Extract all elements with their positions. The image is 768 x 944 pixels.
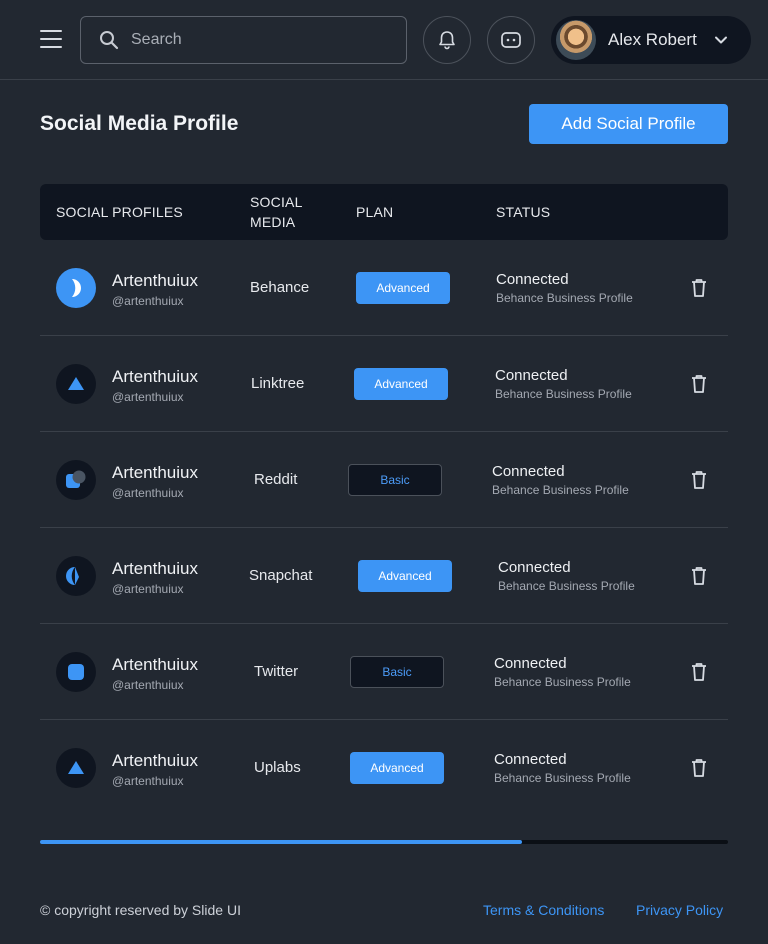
copyright-text: © copyright reserved by Slide UI	[40, 902, 241, 918]
trash-icon[interactable]	[690, 278, 708, 298]
bell-icon	[439, 31, 455, 50]
social-media-name: Twitter	[254, 663, 299, 680]
table-row: Artenthuiux @artenthuiux Twitter Basic C…	[40, 624, 728, 720]
profile-handle: @artenthuiux	[112, 582, 184, 596]
status-text: Connected	[495, 367, 568, 384]
profile-handle: @artenthuiux	[112, 774, 184, 788]
column-header-profiles: SOCIAL PROFILES	[56, 204, 183, 220]
profile-handle: @artenthuiux	[112, 390, 184, 404]
column-header-plan: PLAN	[356, 204, 394, 220]
table-row: Artenthuiux @artenthuiux Snapchat Advanc…	[40, 528, 728, 624]
table-header: SOCIAL PROFILES SOCIAL MEDIA PLAN STATUS	[40, 184, 728, 240]
uplabs-icon	[56, 748, 96, 788]
status-text: Connected	[498, 559, 571, 576]
social-media-name: Reddit	[254, 471, 298, 488]
status-cell: Connected Behance Business Profile	[494, 751, 631, 785]
plan-badge[interactable]: Advanced	[358, 560, 452, 592]
trash-icon[interactable]	[690, 470, 708, 490]
search-input[interactable]	[131, 31, 371, 49]
trash-icon[interactable]	[690, 374, 708, 394]
notification-button[interactable]	[423, 16, 471, 64]
search-box[interactable]	[80, 16, 407, 64]
trash-icon[interactable]	[690, 566, 708, 586]
terms-link[interactable]: Terms & Conditions	[483, 902, 604, 918]
search-icon	[100, 31, 119, 50]
avatar	[556, 20, 596, 60]
profile-handle: @artenthuiux	[112, 486, 184, 500]
profile-name: Artenthuiux	[112, 367, 198, 386]
snapchat-icon	[56, 556, 96, 596]
user-menu[interactable]: Alex Robert	[551, 16, 751, 64]
scrollbar-thumb[interactable]	[40, 840, 522, 844]
column-header-media: SOCIAL MEDIA	[250, 194, 303, 230]
messages-button[interactable]	[487, 16, 535, 64]
add-social-profile-button[interactable]: Add Social Profile	[529, 104, 728, 144]
user-name: Alex Robert	[608, 30, 697, 49]
linktree-icon	[56, 364, 96, 404]
social-media-name: Linktree	[251, 375, 305, 392]
table-row: Artenthuiux @artenthuiux Linktree Advanc…	[40, 336, 728, 432]
status-cell: Connected Behance Business Profile	[494, 655, 631, 689]
behance-icon	[56, 268, 96, 308]
column-header-status: STATUS	[496, 204, 551, 220]
status-cell: Connected Behance Business Profile	[498, 559, 635, 593]
social-media-name: Uplabs	[254, 759, 301, 776]
chat-icon	[501, 32, 521, 48]
hamburger-menu-icon[interactable]	[40, 30, 62, 48]
profile-handle: @artenthuiux	[112, 294, 184, 308]
status-detail: Behance Business Profile	[498, 579, 635, 593]
plan-badge[interactable]: Advanced	[350, 752, 444, 784]
table-row: Artenthuiux @artenthuiux Behance Advance…	[40, 240, 728, 336]
social-media-name: Behance	[250, 279, 310, 296]
profile-name: Artenthuiux	[112, 463, 198, 482]
trash-icon[interactable]	[690, 758, 708, 778]
status-detail: Behance Business Profile	[496, 291, 633, 305]
plan-badge[interactable]: Advanced	[356, 272, 450, 304]
status-detail: Behance Business Profile	[494, 675, 631, 689]
profile-name: Artenthuiux	[112, 271, 198, 290]
privacy-link[interactable]: Privacy Policy	[636, 902, 723, 918]
profile-name: Artenthuiux	[112, 655, 198, 674]
trash-icon[interactable]	[690, 662, 708, 682]
profile-name: Artenthuiux	[112, 559, 198, 578]
social-media-name: Snapchat	[249, 567, 313, 584]
status-text: Connected	[494, 655, 567, 672]
top-bar: Alex Robert	[0, 0, 768, 80]
chevron-down-icon	[715, 36, 727, 44]
table-row: Artenthuiux @artenthuiux Reddit Basic Co…	[40, 432, 728, 528]
status-detail: Behance Business Profile	[494, 771, 631, 785]
status-text: Connected	[494, 751, 567, 768]
status-detail: Behance Business Profile	[495, 387, 632, 401]
plan-badge[interactable]: Basic	[350, 656, 444, 688]
twitter-icon	[56, 652, 96, 692]
status-cell: Connected Behance Business Profile	[496, 271, 633, 305]
reddit-icon	[56, 460, 96, 500]
status-cell: Connected Behance Business Profile	[492, 463, 629, 497]
plan-badge[interactable]: Basic	[348, 464, 442, 496]
status-text: Connected	[492, 463, 565, 480]
profile-handle: @artenthuiux	[112, 678, 184, 692]
status-text: Connected	[496, 271, 569, 288]
plan-badge[interactable]: Advanced	[354, 368, 448, 400]
page-title: Social Media Profile	[40, 112, 239, 135]
profile-name: Artenthuiux	[112, 751, 198, 770]
status-cell: Connected Behance Business Profile	[495, 367, 632, 401]
status-detail: Behance Business Profile	[492, 483, 629, 497]
table-row: Artenthuiux @artenthuiux Uplabs Advanced…	[40, 720, 728, 816]
